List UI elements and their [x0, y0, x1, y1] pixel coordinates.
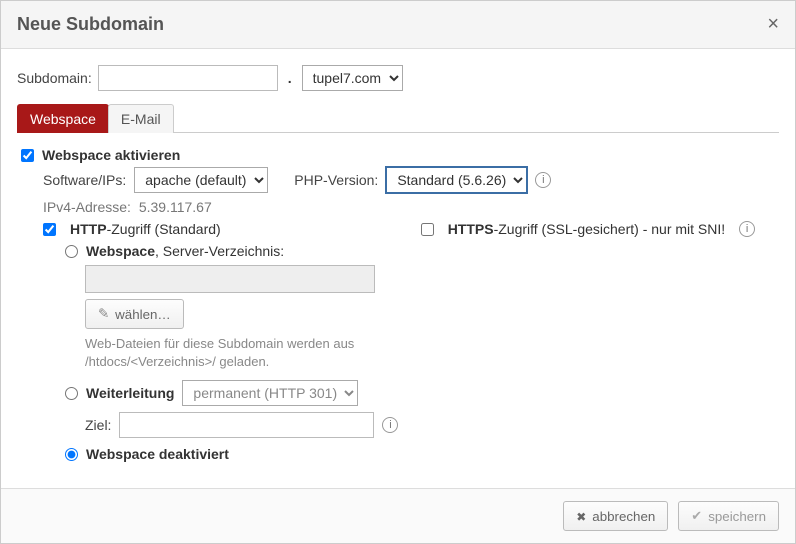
radio-dir-label: Webspace, Server-Verzeichnis: [86, 243, 284, 259]
activate-row: Webspace aktivieren [21, 147, 775, 163]
pencil-icon [98, 306, 109, 322]
tab-email[interactable]: E-Mail [108, 104, 174, 133]
php-select[interactable]: Standard (5.6.26) [386, 167, 527, 193]
dir-input [85, 265, 375, 293]
deactivated-label: Webspace deaktiviert [86, 446, 229, 462]
tab-body-webspace: Webspace aktivieren Software/IPs: apache… [17, 147, 779, 472]
subdomain-input[interactable] [98, 65, 278, 91]
target-label: Ziel: [85, 417, 111, 433]
redirect-select[interactable]: permanent (HTTP 301) [182, 380, 358, 406]
dialog-title: Neue Subdomain [17, 14, 164, 35]
tab-webspace[interactable]: Webspace [17, 104, 109, 133]
http-label: HTTP-Zugriff (Standard) [70, 221, 221, 237]
target-row: Ziel: i [85, 412, 775, 438]
php-label: PHP-Version: [294, 172, 378, 188]
ipv4-value: 5.39.117.67 [139, 199, 212, 215]
redirect-label: Weiterleitung [86, 385, 174, 401]
https-checkbox[interactable] [421, 223, 434, 236]
titlebar: Neue Subdomain × [1, 1, 795, 49]
radio-dir[interactable] [65, 245, 78, 258]
info-icon[interactable]: i [739, 221, 755, 237]
software-label: Software/IPs: [43, 172, 126, 188]
footer: abbrechen speichern [1, 488, 795, 543]
http-checkbox[interactable] [43, 223, 56, 236]
info-icon[interactable]: i [382, 417, 398, 433]
new-subdomain-dialog: Neue Subdomain × Subdomain: . tupel7.com… [0, 0, 796, 544]
choose-button[interactable]: wählen… [85, 299, 184, 329]
https-label: HTTPS-Zugriff (SSL-gesichert) - nur mit … [448, 221, 725, 237]
close-icon[interactable]: × [767, 13, 779, 36]
cancel-icon [576, 509, 586, 524]
http-https-row: HTTP-Zugriff (Standard) HTTPS-Zugriff (S… [43, 221, 775, 237]
radio-deactivated-row: Webspace deaktiviert [65, 446, 775, 462]
check-icon [691, 508, 702, 524]
dir-help: Web-Dateien für diese Subdomain werden a… [85, 335, 775, 370]
http-group: HTTP-Zugriff (Standard) [43, 221, 221, 237]
software-php-row: Software/IPs: apache (default) PHP-Versi… [43, 167, 775, 193]
software-select[interactable]: apache (default) [134, 167, 268, 193]
activate-label: Webspace aktivieren [42, 147, 180, 163]
cancel-button[interactable]: abbrechen [563, 501, 668, 531]
save-button[interactable]: speichern [678, 501, 779, 531]
content: Subdomain: . tupel7.com Webspace E-Mail … [1, 49, 795, 488]
subdomain-label: Subdomain: [17, 70, 92, 86]
tabs: Webspace E-Mail [17, 103, 779, 133]
choose-row: wählen… [85, 299, 775, 329]
radio-deactivated[interactable] [65, 448, 78, 461]
activate-checkbox[interactable] [21, 149, 34, 162]
ipv4-row: IPv4-Adresse: 5.39.117.67 [43, 199, 775, 215]
ipv4-label: IPv4-Adresse: [43, 199, 131, 215]
radio-redirect-row: Weiterleitung permanent (HTTP 301) [65, 380, 775, 406]
target-input[interactable] [119, 412, 374, 438]
https-group: HTTPS-Zugriff (SSL-gesichert) - nur mit … [421, 221, 755, 237]
domain-select[interactable]: tupel7.com [302, 65, 403, 91]
radio-dir-row: Webspace, Server-Verzeichnis: [65, 243, 775, 259]
dir-input-row [85, 265, 775, 293]
info-icon[interactable]: i [535, 172, 551, 188]
subdomain-row: Subdomain: . tupel7.com [17, 65, 779, 91]
radio-redirect[interactable] [65, 387, 78, 400]
dot-separator: . [288, 70, 292, 86]
